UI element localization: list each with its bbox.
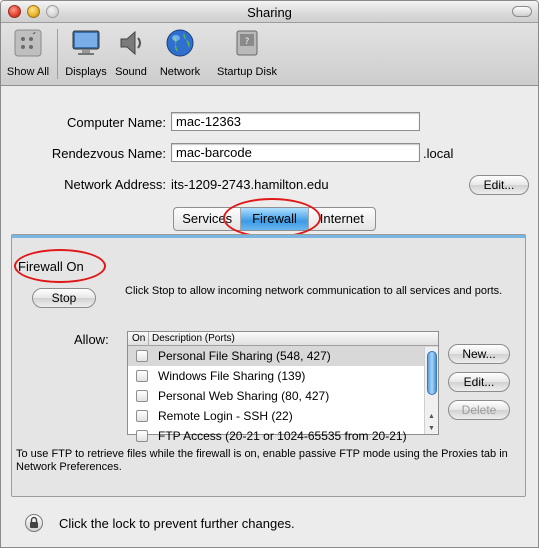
lock-button[interactable] [25,514,43,532]
firewall-tab-highlight-circle [223,198,321,238]
list-item-label: Windows File Sharing (139) [158,369,306,383]
scroll-down-arrow-icon[interactable]: ▼ [428,425,435,432]
on-checkbox[interactable] [136,410,148,422]
lock-text: Click the lock to prevent further change… [59,516,295,531]
apple-icon [14,29,42,57]
stop-description: Click Stop to allow incoming network com… [125,285,503,297]
toolbar-sound[interactable]: Sound [111,27,151,78]
list-item[interactable]: Remote Login - SSH (22) [128,406,438,426]
toolbar-toggle-button[interactable] [512,6,532,17]
toolbar-label: Show All [6,66,50,78]
network-address-label: Network Address: [64,177,166,192]
edit-port-button[interactable]: Edit... [448,372,510,392]
sharing-window: Sharing Show All Displays Sound Network … [0,0,539,548]
list-item-label: Personal Web Sharing (80, 427) [158,389,330,403]
rendezvous-suffix: .local [423,146,454,161]
rendezvous-name-field[interactable]: mac-barcode [171,143,420,162]
toolbar-displays[interactable]: Displays [63,27,109,78]
rendezvous-name-label: Rendezvous Name: [51,146,166,161]
on-checkbox[interactable] [136,390,148,402]
list-item[interactable]: Personal File Sharing (548, 427) [128,346,438,366]
disk-icon: ? [236,30,258,56]
network-address-edit-button[interactable]: Edit... [469,175,529,195]
display-icon [72,30,100,55]
globe-icon [166,29,194,57]
lock-bar: Click the lock to prevent further change… [1,501,538,547]
on-checkbox[interactable] [136,370,148,382]
list-item-label: Remote Login - SSH (22) [158,409,293,423]
title-bar[interactable]: Sharing [1,1,538,23]
computer-name-label: Computer Name: [67,115,166,130]
delete-port-button[interactable]: Delete [448,400,510,420]
speaker-icon [120,30,141,56]
computer-name-field[interactable]: mac-12363 [171,112,420,131]
toolbar-network[interactable]: Network [153,27,207,78]
toolbar-label: Sound [115,66,147,78]
toolbar-separator [57,29,58,79]
firewall-pane: Firewall On Stop Click Stop to allow inc… [11,234,526,497]
svg-text:?: ? [245,37,250,47]
on-checkbox[interactable] [136,430,148,442]
new-port-button[interactable]: New... [448,344,510,364]
toolbar: Show All Displays Sound Network ? Startu… [1,23,538,86]
list-item[interactable]: Windows File Sharing (139) [128,366,438,386]
toolbar-startup-disk[interactable]: ? Startup Disk [209,27,285,78]
column-description[interactable]: Description (Ports) [152,332,235,345]
list-item-label: FTP Access (20-21 or 1024-65535 from 20-… [158,429,407,443]
ftp-note: To use FTP to retrieve files while the f… [16,448,508,473]
on-checkbox[interactable] [136,350,148,362]
window-title: Sharing [247,5,292,20]
column-on[interactable]: On [132,332,145,345]
list-scrollbar[interactable]: ▲ ▼ [424,347,438,434]
firewall-allow-list[interactable]: On Description (Ports) Personal File Sha… [127,331,439,443]
scroll-thumb[interactable] [427,351,437,395]
allow-label: Allow: [74,332,109,347]
list-item[interactable]: Personal Web Sharing (80, 427) [128,386,438,406]
firewall-status-highlight-circle [14,249,106,283]
lock-icon [30,516,38,528]
scroll-up-arrow-icon[interactable]: ▲ [428,413,435,420]
list-item[interactable]: FTP Access (20-21 or 1024-65535 from 20-… [128,426,438,446]
toolbar-label: Displays [65,66,107,78]
list-header: On Description (Ports) [128,332,438,346]
toolbar-show-all[interactable]: Show All [3,27,53,78]
list-item-label: Personal File Sharing (548, 427) [158,349,331,363]
network-address-value: its-1209-2743.hamilton.edu [171,177,329,192]
column-divider [148,332,149,346]
pane-top-border [12,235,525,238]
toolbar-label: Startup Disk [217,66,277,78]
stop-firewall-button[interactable]: Stop [32,288,96,308]
toolbar-label: Network [159,66,201,78]
